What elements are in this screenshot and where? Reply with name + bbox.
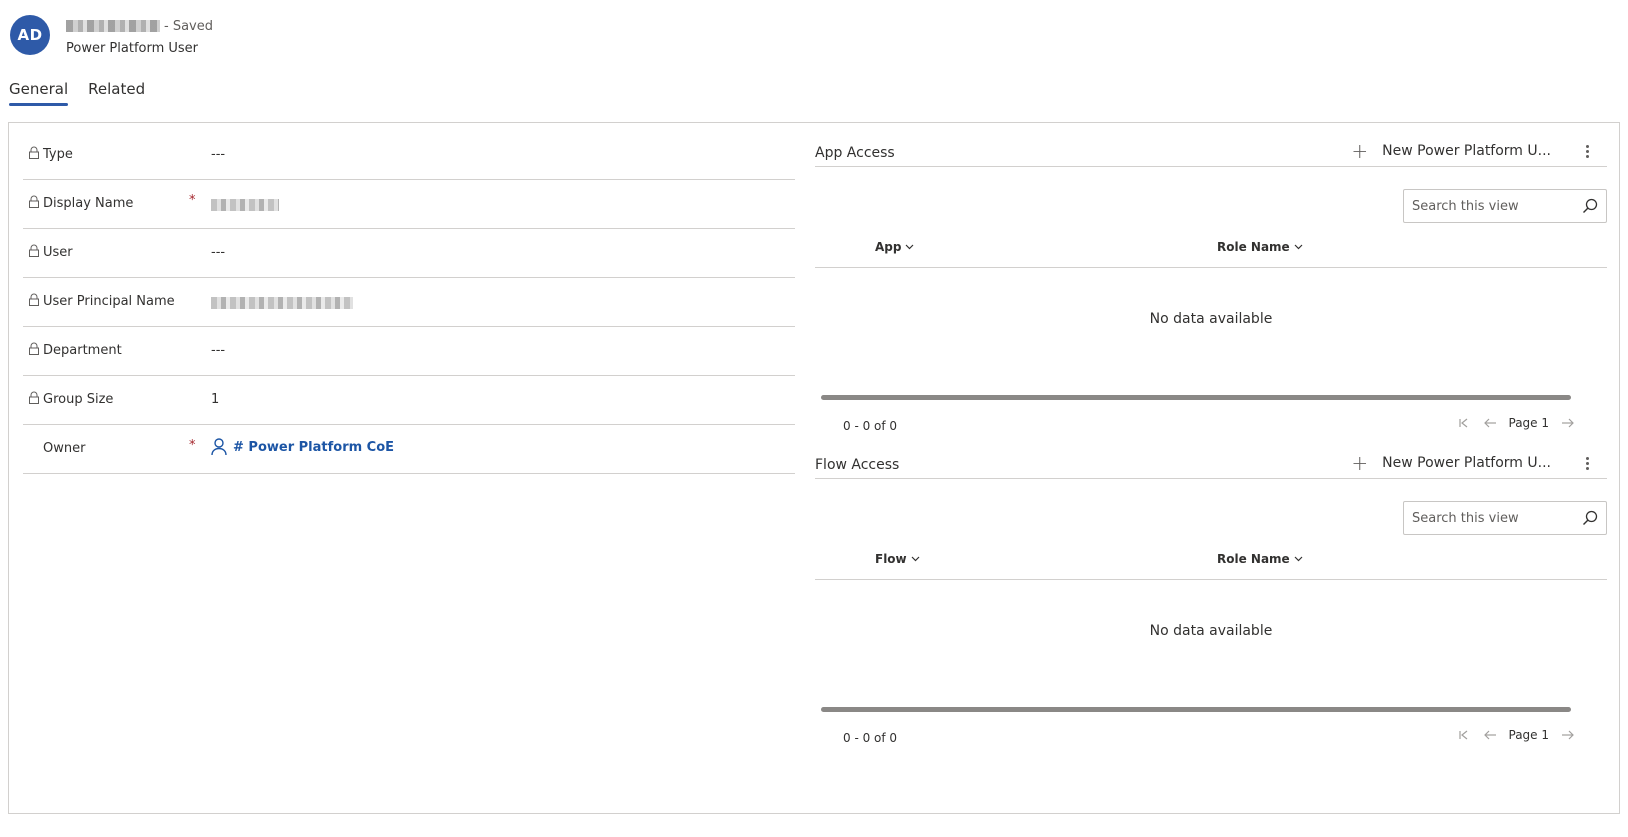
general-form: Type --- Display Name * User --- User Pr…: [23, 131, 795, 474]
chevron-down-icon: [1294, 244, 1303, 250]
record-count: 0 - 0 of 0: [843, 731, 898, 745]
plus-icon: +: [1351, 451, 1369, 475]
field-group-size: Group Size 1: [23, 376, 795, 425]
field-department: Department ---: [23, 327, 795, 376]
chevron-down-icon: [911, 556, 920, 562]
column-header-flow[interactable]: Flow: [875, 552, 920, 566]
page-label: Page 1: [1508, 728, 1550, 742]
form-panel: Type --- Display Name * User --- User Pr…: [8, 122, 1620, 814]
header-text: - Saved Power Platform User: [66, 17, 213, 56]
required-indicator: *: [189, 438, 196, 453]
field-value-type[interactable]: ---: [211, 147, 225, 162]
empty-state-message: No data available: [1149, 311, 1273, 327]
lock-icon: [29, 244, 39, 257]
tab-list: General Related: [9, 76, 165, 106]
record-name-redacted: [66, 20, 160, 32]
field-user: User ---: [23, 229, 795, 278]
next-page-icon[interactable]: [1561, 728, 1575, 742]
chevron-down-icon: [906, 244, 914, 250]
field-label-display-name: Display Name: [43, 196, 134, 211]
field-label-owner: Owner: [43, 441, 86, 456]
pager: Page 1: [1451, 728, 1582, 742]
column-header-role-name[interactable]: Role Name: [1217, 552, 1303, 566]
record-title-row: - Saved: [66, 17, 213, 35]
field-label-department: Department: [43, 343, 122, 358]
search-input[interactable]: [1410, 503, 1570, 533]
app-access-title: App Access: [815, 145, 895, 161]
field-display-name: Display Name *: [23, 180, 795, 229]
redacted-value: [211, 297, 353, 309]
more-icon[interactable]: [1583, 455, 1591, 473]
entity-type-label: Power Platform User: [66, 41, 199, 56]
required-indicator: *: [189, 193, 196, 208]
column-header-label: Role Name: [1217, 552, 1290, 566]
previous-page-icon[interactable]: [1483, 416, 1497, 430]
flow-access-header: Flow Access + New Power Platform U...: [815, 445, 1607, 479]
app-access-column-headers: App Role Name: [815, 228, 1607, 268]
field-type: Type ---: [23, 131, 795, 180]
field-label-group-size: Group Size: [43, 392, 114, 407]
field-value-department[interactable]: ---: [211, 343, 225, 358]
flow-access-search-box: [1403, 501, 1607, 535]
lock-icon: [29, 146, 39, 159]
new-button-label: New Power Platform U...: [1382, 455, 1551, 471]
lock-icon: [29, 391, 39, 404]
horizontal-scrollbar[interactable]: [821, 707, 1571, 712]
record-count: 0 - 0 of 0: [843, 419, 898, 433]
lock-icon: [29, 195, 39, 208]
field-value-user[interactable]: ---: [211, 245, 225, 260]
column-header-label: Role Name: [1217, 240, 1290, 254]
plus-icon: +: [1351, 139, 1369, 163]
chevron-down-icon: [1294, 556, 1303, 562]
owner-link[interactable]: # Power Platform CoE: [211, 438, 394, 456]
field-value-group-size[interactable]: 1: [211, 392, 219, 407]
first-page-icon[interactable]: [1457, 728, 1471, 742]
more-icon[interactable]: [1583, 143, 1591, 161]
flow-access-column-headers: Flow Role Name: [815, 540, 1607, 580]
new-button-label: New Power Platform U...: [1382, 143, 1551, 159]
search-icon[interactable]: [1582, 510, 1598, 526]
page-label: Page 1: [1508, 416, 1550, 430]
person-icon: [211, 438, 227, 456]
avatar: AD: [10, 15, 50, 55]
tab-general[interactable]: General: [9, 76, 69, 106]
field-label-user: User: [43, 245, 73, 260]
save-status: - Saved: [164, 18, 213, 34]
flow-access-title: Flow Access: [815, 457, 900, 473]
flow-access-grid: Flow Access + New Power Platform U... Fl…: [815, 445, 1607, 755]
column-header-label: Flow: [875, 552, 907, 566]
lock-icon: [29, 342, 39, 355]
field-label-type: Type: [43, 147, 73, 162]
search-input[interactable]: [1410, 191, 1570, 221]
field-value-user-principal-name[interactable]: [211, 294, 353, 313]
field-value-owner: # Power Platform CoE: [211, 438, 394, 456]
column-header-label: App: [875, 240, 902, 254]
owner-name: # Power Platform CoE: [233, 439, 395, 455]
new-app-access-button[interactable]: + New Power Platform U...: [1351, 139, 1551, 163]
app-access-search-box: [1403, 189, 1607, 223]
new-flow-access-button[interactable]: + New Power Platform U...: [1351, 451, 1551, 475]
field-user-principal-name: User Principal Name: [23, 278, 795, 327]
column-header-app[interactable]: App: [875, 240, 914, 254]
next-page-icon[interactable]: [1561, 416, 1575, 430]
app-access-grid: App Access + New Power Platform U... App…: [815, 133, 1607, 443]
pager: Page 1: [1451, 416, 1582, 430]
redacted-value: [211, 199, 279, 211]
horizontal-scrollbar[interactable]: [821, 395, 1571, 400]
app-access-header: App Access + New Power Platform U...: [815, 133, 1607, 167]
record-header: AD - Saved Power Platform User: [10, 15, 213, 59]
previous-page-icon[interactable]: [1483, 728, 1497, 742]
search-icon[interactable]: [1582, 198, 1598, 214]
field-label-user-principal-name: User Principal Name: [43, 294, 175, 309]
field-value-display-name[interactable]: [211, 196, 279, 215]
first-page-icon[interactable]: [1457, 416, 1471, 430]
empty-state-message: No data available: [1149, 623, 1273, 639]
field-owner: Owner * # Power Platform CoE: [23, 425, 795, 474]
lock-icon: [29, 293, 39, 306]
column-header-role-name[interactable]: Role Name: [1217, 240, 1303, 254]
tab-related[interactable]: Related: [88, 76, 145, 106]
